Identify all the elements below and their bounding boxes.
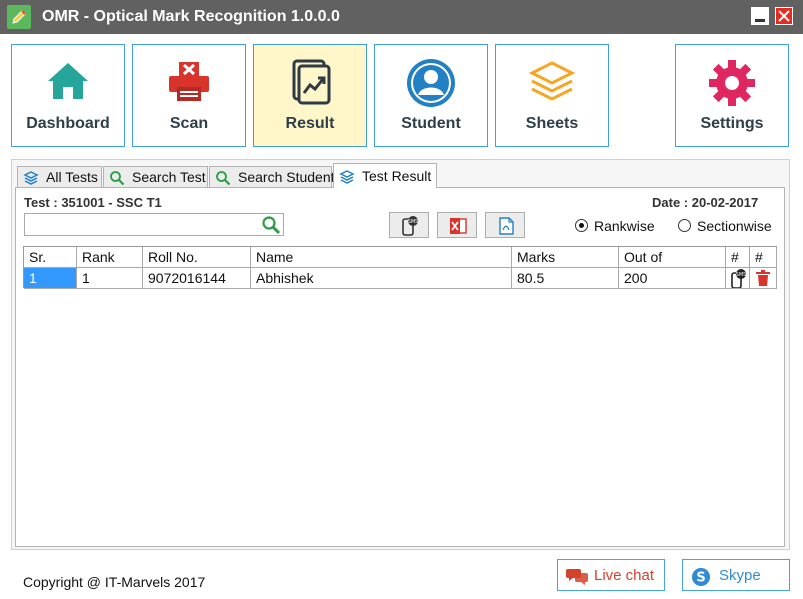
minimize-button[interactable] bbox=[751, 7, 769, 25]
search-input[interactable] bbox=[27, 216, 257, 233]
test-result-panel bbox=[15, 187, 785, 547]
table-cell-out-of[interactable]: 200 bbox=[619, 268, 726, 289]
column-header-rank[interactable]: Rank bbox=[77, 247, 143, 268]
sms-icon: SMS bbox=[731, 269, 747, 288]
nav-student-label: Student bbox=[401, 115, 461, 132]
tab-test-result[interactable]: Test Result bbox=[333, 163, 437, 188]
nav-result-label: Result bbox=[285, 115, 335, 132]
tab-search-test[interactable]: Search Test bbox=[103, 166, 208, 187]
svg-text:SMS: SMS bbox=[736, 272, 747, 278]
column-header-roll-no[interactable]: Roll No. bbox=[143, 247, 251, 268]
table-cell-sr[interactable]: 1 bbox=[24, 268, 77, 289]
nav-sheets-button[interactable]: Sheets bbox=[495, 44, 609, 147]
export-pdf-button[interactable] bbox=[485, 212, 525, 238]
table-cell-rank[interactable]: 1 bbox=[77, 268, 143, 289]
tab-test-result-label: Test Result bbox=[362, 168, 432, 184]
nav-result-button[interactable]: Result bbox=[253, 44, 367, 147]
row-sms-button[interactable]: SMS bbox=[726, 268, 750, 289]
svg-text:SMS: SMS bbox=[408, 219, 419, 225]
search-icon[interactable] bbox=[261, 215, 281, 240]
svg-text:S: S bbox=[696, 571, 705, 586]
tab-search-student[interactable]: Search Student bbox=[209, 166, 335, 187]
result-table: Sr. Rank Roll No. Name Marks Out of # # … bbox=[23, 246, 777, 289]
tab-search-test-label: Search Test bbox=[132, 169, 206, 185]
column-header-sms: # bbox=[726, 247, 750, 268]
date-label: Date : 20-02-2017 bbox=[652, 195, 759, 210]
nav-settings-button[interactable]: Settings bbox=[675, 44, 789, 147]
row-delete-button[interactable] bbox=[750, 268, 777, 289]
nav-student-button[interactable]: Student bbox=[374, 44, 488, 147]
nav-dashboard-label: Dashboard bbox=[26, 115, 110, 132]
user-icon bbox=[375, 57, 487, 113]
send-sms-button[interactable]: SMS bbox=[389, 212, 429, 238]
rankwise-radio-dot[interactable] bbox=[575, 219, 588, 232]
chat-bubbles-icon bbox=[566, 567, 588, 590]
nav-settings-label: Settings bbox=[700, 115, 764, 132]
search-field[interactable] bbox=[24, 213, 284, 236]
trash-icon bbox=[756, 270, 770, 286]
layers-icon bbox=[339, 169, 355, 188]
chart-document-icon bbox=[254, 57, 366, 113]
sms-phone-icon: SMS bbox=[402, 216, 419, 236]
live-chat-label: Live chat bbox=[594, 567, 655, 584]
nav-sheets-label: Sheets bbox=[525, 115, 579, 132]
tab-all-tests[interactable]: All Tests bbox=[17, 166, 102, 187]
tab-search-student-label: Search Student bbox=[238, 169, 335, 185]
rankwise-label: Rankwise bbox=[594, 218, 655, 234]
title-bar: OMR - Optical Mark Recognition 1.0.0.0 bbox=[0, 0, 803, 34]
table-cell-roll-no[interactable]: 9072016144 bbox=[143, 268, 251, 289]
nav-scan-label: Scan bbox=[169, 115, 209, 132]
nav-scan-button[interactable]: Scan bbox=[132, 44, 246, 147]
column-header-delete: # bbox=[750, 247, 777, 268]
sectionwise-label: Sectionwise bbox=[697, 218, 772, 234]
close-button[interactable] bbox=[775, 7, 793, 25]
test-label: Test : 351001 - SSC T1 bbox=[24, 195, 162, 210]
window-title: OMR - Optical Mark Recognition 1.0.0.0 bbox=[42, 8, 340, 25]
copyright-text: Copyright @ IT-Marvels 2017 bbox=[23, 574, 206, 590]
gear-icon bbox=[676, 57, 788, 113]
layers-icon bbox=[496, 57, 608, 113]
skype-button[interactable]: S Skype bbox=[682, 559, 790, 591]
export-excel-button[interactable] bbox=[437, 212, 477, 238]
nav-dashboard-button[interactable]: Dashboard bbox=[11, 44, 125, 147]
home-icon bbox=[12, 57, 124, 113]
column-header-out-of[interactable]: Out of bbox=[619, 247, 726, 268]
table-cell-name[interactable]: Abhishek bbox=[251, 268, 512, 289]
printer-icon bbox=[133, 57, 245, 113]
pencil-icon bbox=[7, 5, 31, 29]
column-header-sr[interactable]: Sr. bbox=[24, 247, 77, 268]
pdf-icon bbox=[499, 217, 514, 235]
skype-icon: S bbox=[691, 567, 711, 592]
live-chat-button[interactable]: Live chat bbox=[557, 559, 665, 591]
sectionwise-radio-dot[interactable] bbox=[678, 219, 691, 232]
excel-icon bbox=[450, 218, 467, 234]
table-cell-marks[interactable]: 80.5 bbox=[512, 268, 619, 289]
close-icon bbox=[778, 10, 790, 22]
tab-all-tests-label: All Tests bbox=[46, 169, 98, 185]
column-header-marks[interactable]: Marks bbox=[512, 247, 619, 268]
column-header-name[interactable]: Name bbox=[251, 247, 512, 268]
skype-label: Skype bbox=[719, 567, 761, 584]
